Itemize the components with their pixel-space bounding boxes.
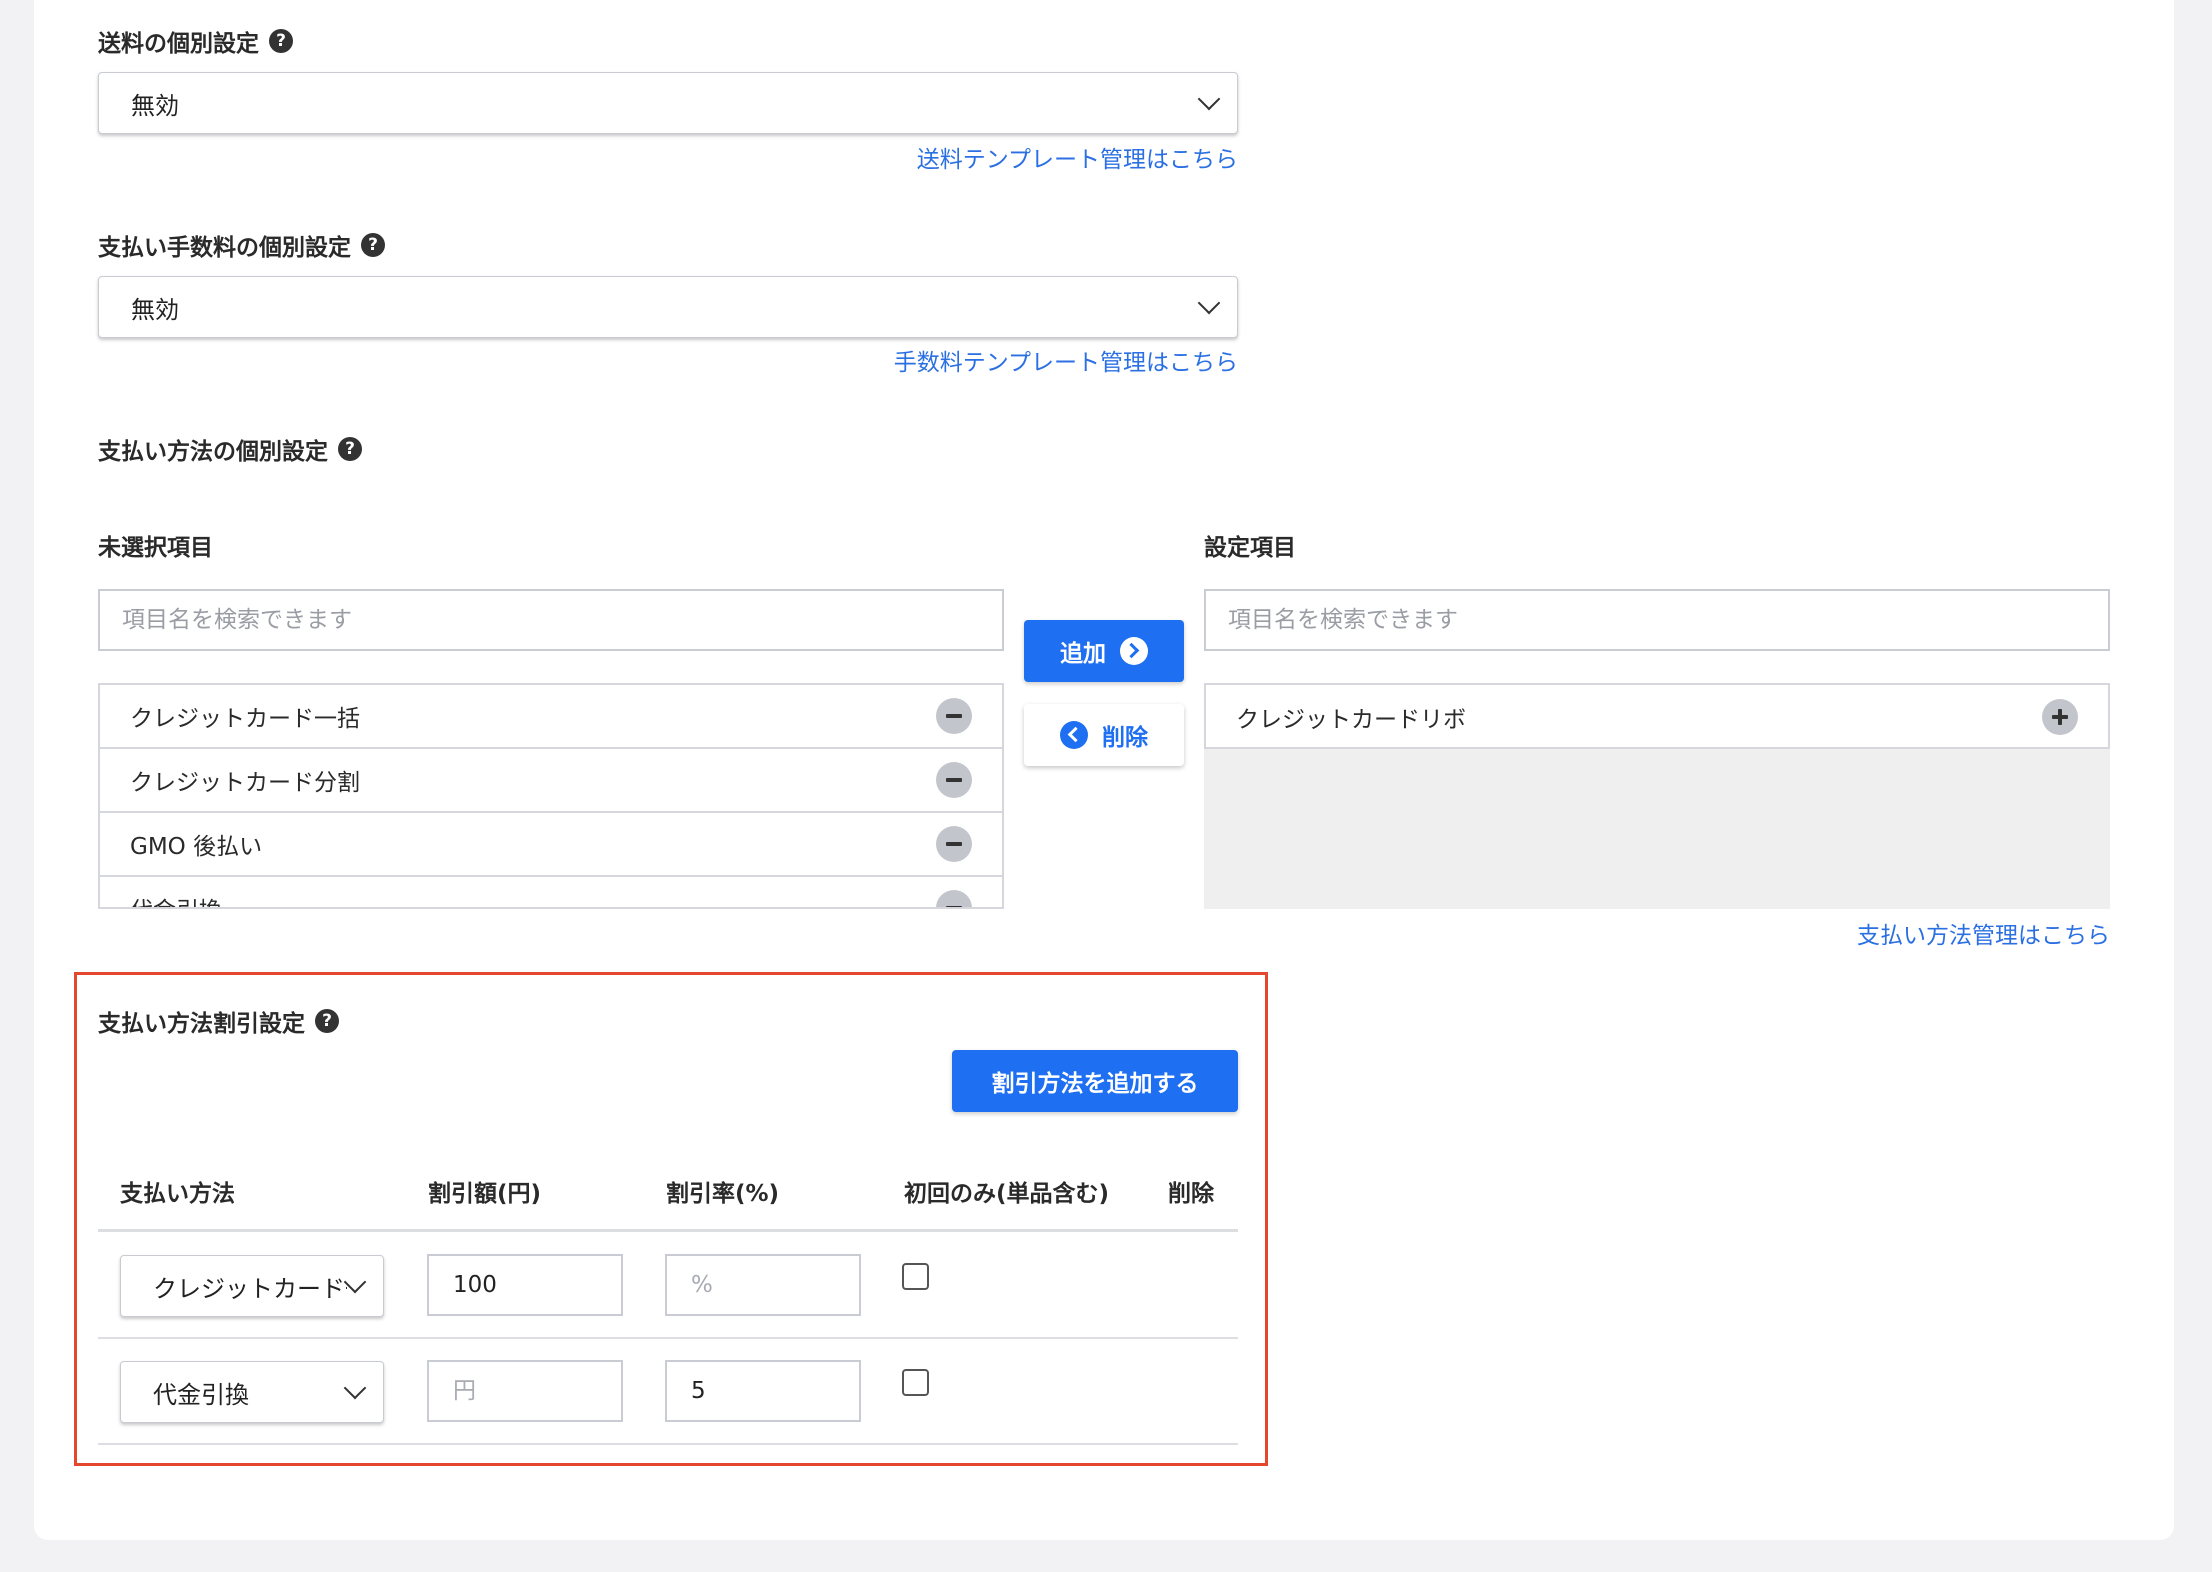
- shipping-template-link[interactable]: 送料テンプレート管理はこちら: [917, 140, 1238, 174]
- discount-method-select[interactable]: クレジットカード一: [120, 1255, 384, 1317]
- header-rate: 割引率(%): [666, 1181, 780, 1207]
- payment-fee-label-row: 支払い手数料の個別設定 ?: [98, 228, 385, 262]
- plus-circle-icon[interactable]: [2042, 699, 2078, 735]
- question-circle-icon[interactable]: ?: [315, 1009, 339, 1033]
- discount-rate-input[interactable]: [665, 1254, 861, 1316]
- header-amount: 割引額(円): [428, 1181, 542, 1207]
- discount-amount-input[interactable]: [427, 1360, 623, 1422]
- question-circle-icon[interactable]: ?: [361, 233, 385, 257]
- shipping-select-value: 無効: [131, 91, 179, 120]
- shipping-label-row: 送料の個別設定 ?: [98, 24, 293, 58]
- first-only-checkbox[interactable]: [902, 1369, 929, 1396]
- discount-method-value: クレジットカード一: [153, 1274, 347, 1303]
- chevron-down-icon: [343, 1270, 367, 1294]
- list-item-label: クレジットカード分割: [130, 770, 360, 796]
- list-item[interactable]: クレジットカードリボ: [1206, 685, 2108, 747]
- fee-template-link[interactable]: 手数料テンプレート管理はこちら: [894, 343, 1238, 377]
- list-item-label: クレジットカード一括: [130, 706, 360, 732]
- chevron-down-icon: [343, 1376, 367, 1400]
- question-circle-icon[interactable]: ?: [269, 29, 293, 53]
- remove-button-label: 削除: [1102, 725, 1148, 751]
- remove-button[interactable]: 削除: [1024, 704, 1184, 766]
- add-button[interactable]: 追加: [1024, 620, 1184, 682]
- table-header-divider: [98, 1229, 1238, 1232]
- selected-list: クレジットカードリボ: [1204, 683, 2110, 749]
- chevron-left-circle-icon: [1060, 721, 1088, 749]
- list-item-label: GMO 後払い: [130, 834, 263, 860]
- discount-amount-input[interactable]: [427, 1254, 623, 1316]
- payment-fee-select[interactable]: 無効: [98, 276, 1238, 338]
- unselected-title-text: 未選択項目: [98, 535, 213, 561]
- add-discount-button[interactable]: 割引方法を追加する: [952, 1050, 1238, 1112]
- unselected-search-input[interactable]: [98, 589, 1004, 651]
- add-button-label: 追加: [1060, 641, 1106, 667]
- list-item-label: 代金引換: [130, 891, 222, 907]
- discount-method-select[interactable]: 代金引換: [120, 1361, 384, 1423]
- minus-circle-icon[interactable]: [936, 826, 972, 862]
- table-row-divider: [98, 1337, 1238, 1339]
- selected-list-empty-area: [1204, 749, 2110, 909]
- minus-circle-icon[interactable]: [936, 890, 972, 907]
- unselected-list: クレジットカード一括 クレジットカード分割 GMO 後払い 代金引換: [98, 683, 1004, 909]
- discount-label: 支払い方法割引設定: [98, 1011, 305, 1037]
- unselected-title: 未選択項目: [98, 528, 213, 562]
- header-delete: 削除: [1168, 1181, 1214, 1207]
- minus-circle-icon[interactable]: [936, 762, 972, 798]
- list-item-label: クレジットカードリボ: [1236, 707, 1466, 733]
- header-first-only: 初回のみ(単品含む): [904, 1181, 1110, 1207]
- add-discount-button-label: 割引方法を追加する: [991, 1071, 1199, 1097]
- selected-title: 設定項目: [1204, 528, 1296, 562]
- chevron-down-icon: [1197, 87, 1221, 111]
- chevron-right-circle-icon: [1120, 637, 1148, 665]
- chevron-down-icon: [1197, 291, 1221, 315]
- shipping-label: 送料の個別設定: [98, 31, 259, 57]
- selected-search-input[interactable]: [1204, 589, 2110, 651]
- list-item[interactable]: GMO 後払い: [100, 813, 1002, 877]
- list-item[interactable]: 代金引換: [100, 877, 1002, 907]
- question-circle-icon[interactable]: ?: [338, 437, 362, 461]
- shipping-select[interactable]: 無効: [98, 72, 1238, 134]
- selected-title-text: 設定項目: [1204, 535, 1296, 561]
- header-method: 支払い方法: [120, 1181, 235, 1207]
- discount-method-value: 代金引換: [153, 1380, 249, 1409]
- payment-method-label-row: 支払い方法の個別設定 ?: [98, 432, 362, 466]
- list-item[interactable]: クレジットカード一括: [100, 685, 1002, 749]
- list-item[interactable]: クレジットカード分割: [100, 749, 1002, 813]
- discount-label-row: 支払い方法割引設定 ?: [98, 1004, 339, 1038]
- first-only-checkbox[interactable]: [902, 1263, 929, 1290]
- table-row-divider: [98, 1443, 1238, 1445]
- payment-fee-select-value: 無効: [131, 295, 179, 324]
- discount-rate-input[interactable]: [665, 1360, 861, 1422]
- payment-method-link[interactable]: 支払い方法管理はこちら: [1857, 916, 2110, 950]
- payment-method-label: 支払い方法の個別設定: [98, 439, 328, 465]
- payment-fee-label: 支払い手数料の個別設定: [98, 235, 351, 261]
- minus-circle-icon[interactable]: [936, 698, 972, 734]
